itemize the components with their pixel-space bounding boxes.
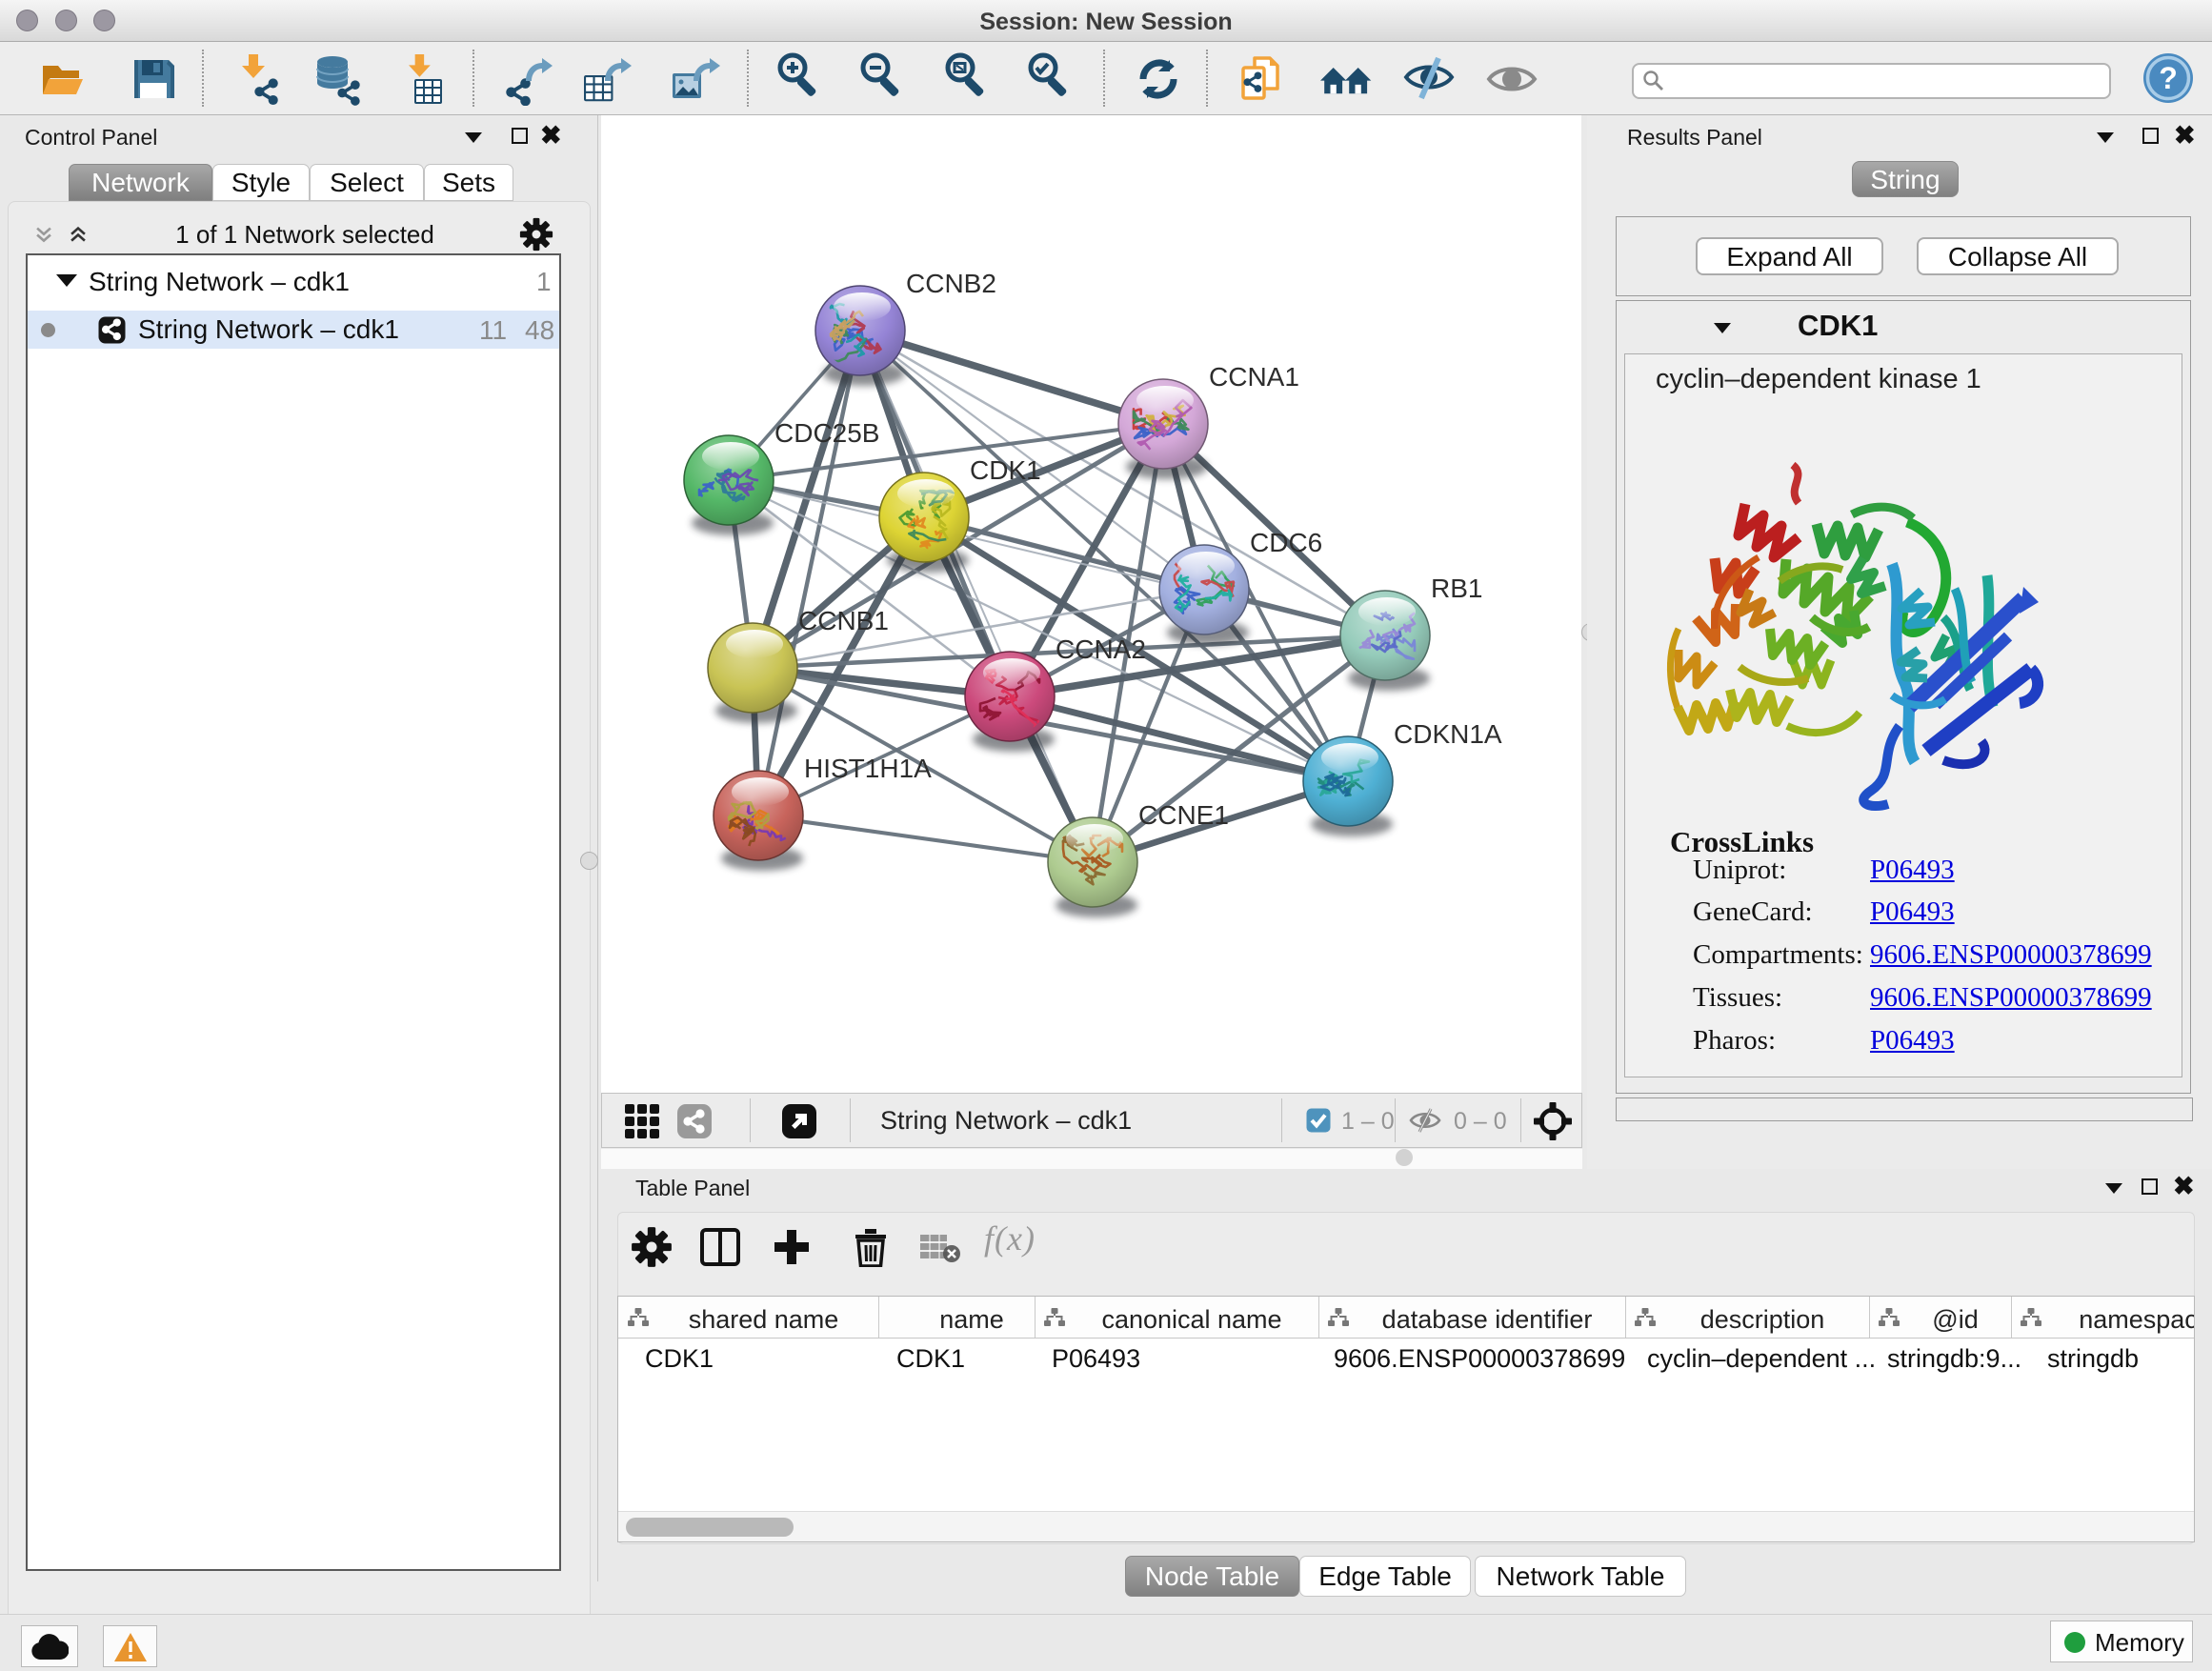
svg-text:CCNA2: CCNA2	[1056, 634, 1146, 664]
svg-text:CCNE1: CCNE1	[1138, 800, 1229, 830]
svg-text:CDC6: CDC6	[1250, 528, 1322, 557]
svg-text:HIST1H1A: HIST1H1A	[804, 754, 932, 783]
svg-text:?: ?	[2159, 61, 2178, 95]
svg-text:CDK1: CDK1	[970, 455, 1041, 485]
svg-text:CCNB2: CCNB2	[906, 269, 996, 298]
svg-text:CCNA1: CCNA1	[1209, 362, 1299, 392]
svg-text:CCNB1: CCNB1	[798, 606, 889, 635]
svg-text:RB1: RB1	[1431, 574, 1482, 603]
svg-text:CDKN1A: CDKN1A	[1394, 719, 1502, 749]
svg-text:CDC25B: CDC25B	[774, 418, 879, 448]
